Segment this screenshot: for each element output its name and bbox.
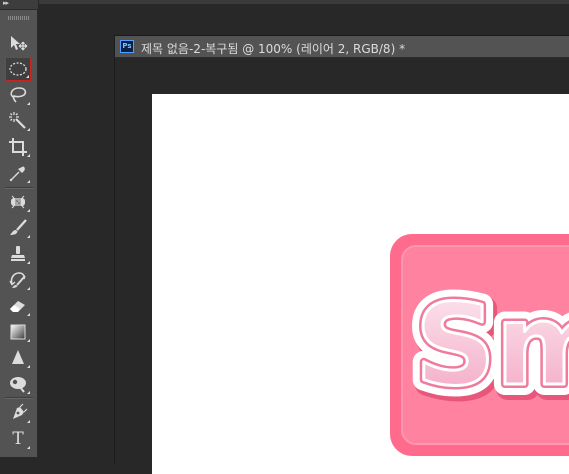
blur-tool[interactable]: [5, 346, 31, 370]
gradient-icon: [10, 324, 26, 340]
lasso-tool[interactable]: [5, 83, 31, 107]
tool-group-indicator: [27, 128, 30, 131]
tools-panel-header[interactable]: ▸▸: [0, 0, 38, 10]
tool-group-indicator: [27, 365, 30, 368]
stamp-icon: [11, 246, 25, 261]
bandage-icon: [11, 195, 25, 209]
eraser-icon: [10, 301, 25, 312]
tool-group-indicator: [27, 261, 30, 264]
document-window: Ps 제목 없음-2-복구됨 @ 100% (레이어 2, RGB/8) * S…: [114, 35, 569, 474]
spot-healing-tool[interactable]: [5, 190, 31, 214]
tool-group-indicator: [27, 180, 30, 183]
blur-icon: [12, 350, 24, 364]
pen-icon: [13, 403, 28, 419]
crop-icon: [9, 138, 27, 156]
crop-tool[interactable]: [5, 135, 31, 159]
document-canvas[interactable]: Sm Sm Sm Sm: [152, 94, 569, 474]
eyedropper-tool[interactable]: [5, 161, 31, 185]
brush-icon: [10, 219, 27, 235]
move-icon: [11, 36, 28, 51]
panel-grip[interactable]: [8, 16, 30, 20]
type-icon: T: [12, 429, 24, 449]
photoshop-icon: Ps: [120, 40, 134, 53]
toolbar-separator: [5, 397, 33, 398]
top-bar: [39, 0, 569, 4]
magic-wand-tool[interactable]: [5, 109, 31, 133]
dodge-icon: [10, 377, 26, 393]
tool-group-indicator: [27, 339, 30, 342]
tool-group-indicator: [27, 102, 30, 105]
eraser-tool[interactable]: [5, 294, 31, 318]
magic-wand-icon: [9, 112, 26, 129]
pen-tool[interactable]: [5, 401, 31, 425]
eyedropper-icon: [9, 166, 25, 182]
canvas-area[interactable]: Sm Sm Sm Sm: [115, 58, 569, 474]
history-brush-tool[interactable]: [5, 268, 31, 292]
tool-group-indicator: [27, 287, 30, 290]
tool-group-indicator: [27, 209, 30, 212]
type-tool[interactable]: T: [5, 427, 31, 451]
gradient-tool[interactable]: [5, 320, 31, 344]
artwork-text: Sm: [415, 281, 569, 411]
tools-panel: ▸▸ T: [0, 0, 38, 457]
artwork-badge: Sm Sm Sm Sm: [390, 234, 569, 456]
elliptical-marquee-icon: [9, 62, 27, 76]
tool-group-indicator: [27, 391, 30, 394]
dodge-tool[interactable]: [5, 372, 31, 396]
document-title: 제목 없음-2-복구됨 @ 100% (레이어 2, RGB/8) *: [141, 42, 406, 56]
toolbar-separator: [5, 187, 33, 188]
clone-stamp-tool[interactable]: [5, 242, 31, 266]
tool-group-indicator: [26, 75, 29, 78]
move-tool[interactable]: [5, 31, 31, 55]
tool-group-indicator: [27, 420, 30, 423]
document-title-bar[interactable]: Ps 제목 없음-2-복구됨 @ 100% (레이어 2, RGB/8) *: [115, 36, 569, 58]
tool-group-indicator: [27, 154, 30, 157]
lasso-icon: [10, 87, 27, 103]
elliptical-marquee-tool[interactable]: [5, 57, 31, 81]
collapse-arrows-icon[interactable]: ▸▸: [3, 0, 9, 7]
tool-group-indicator: [27, 313, 30, 316]
brush-tool[interactable]: [5, 216, 31, 240]
tool-group-indicator: [27, 446, 30, 449]
tool-group-indicator: [27, 235, 30, 238]
history-brush-icon: [9, 272, 26, 288]
